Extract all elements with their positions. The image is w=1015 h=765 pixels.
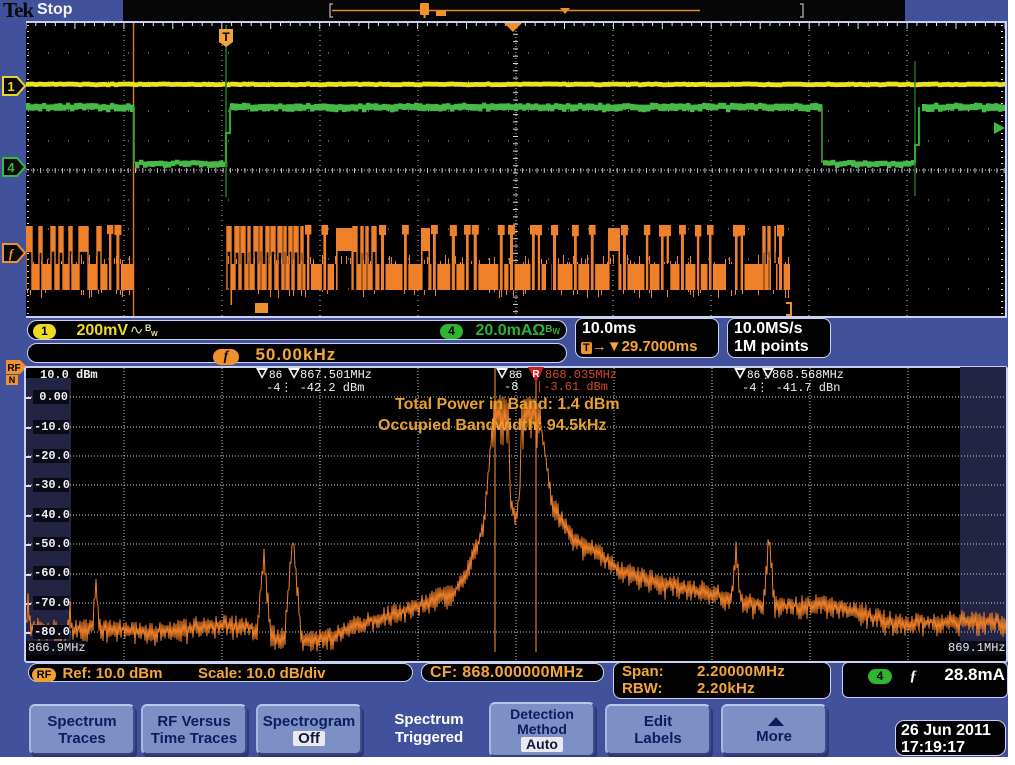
svg-text:W: W: [151, 331, 158, 338]
svg-text:4: 4: [7, 160, 15, 175]
svg-text:RF: RF: [7, 363, 20, 374]
svg-text:1: 1: [7, 79, 14, 94]
svg-text:R: R: [532, 369, 540, 380]
svg-text:T: T: [222, 30, 230, 44]
svg-text:N: N: [9, 375, 16, 385]
